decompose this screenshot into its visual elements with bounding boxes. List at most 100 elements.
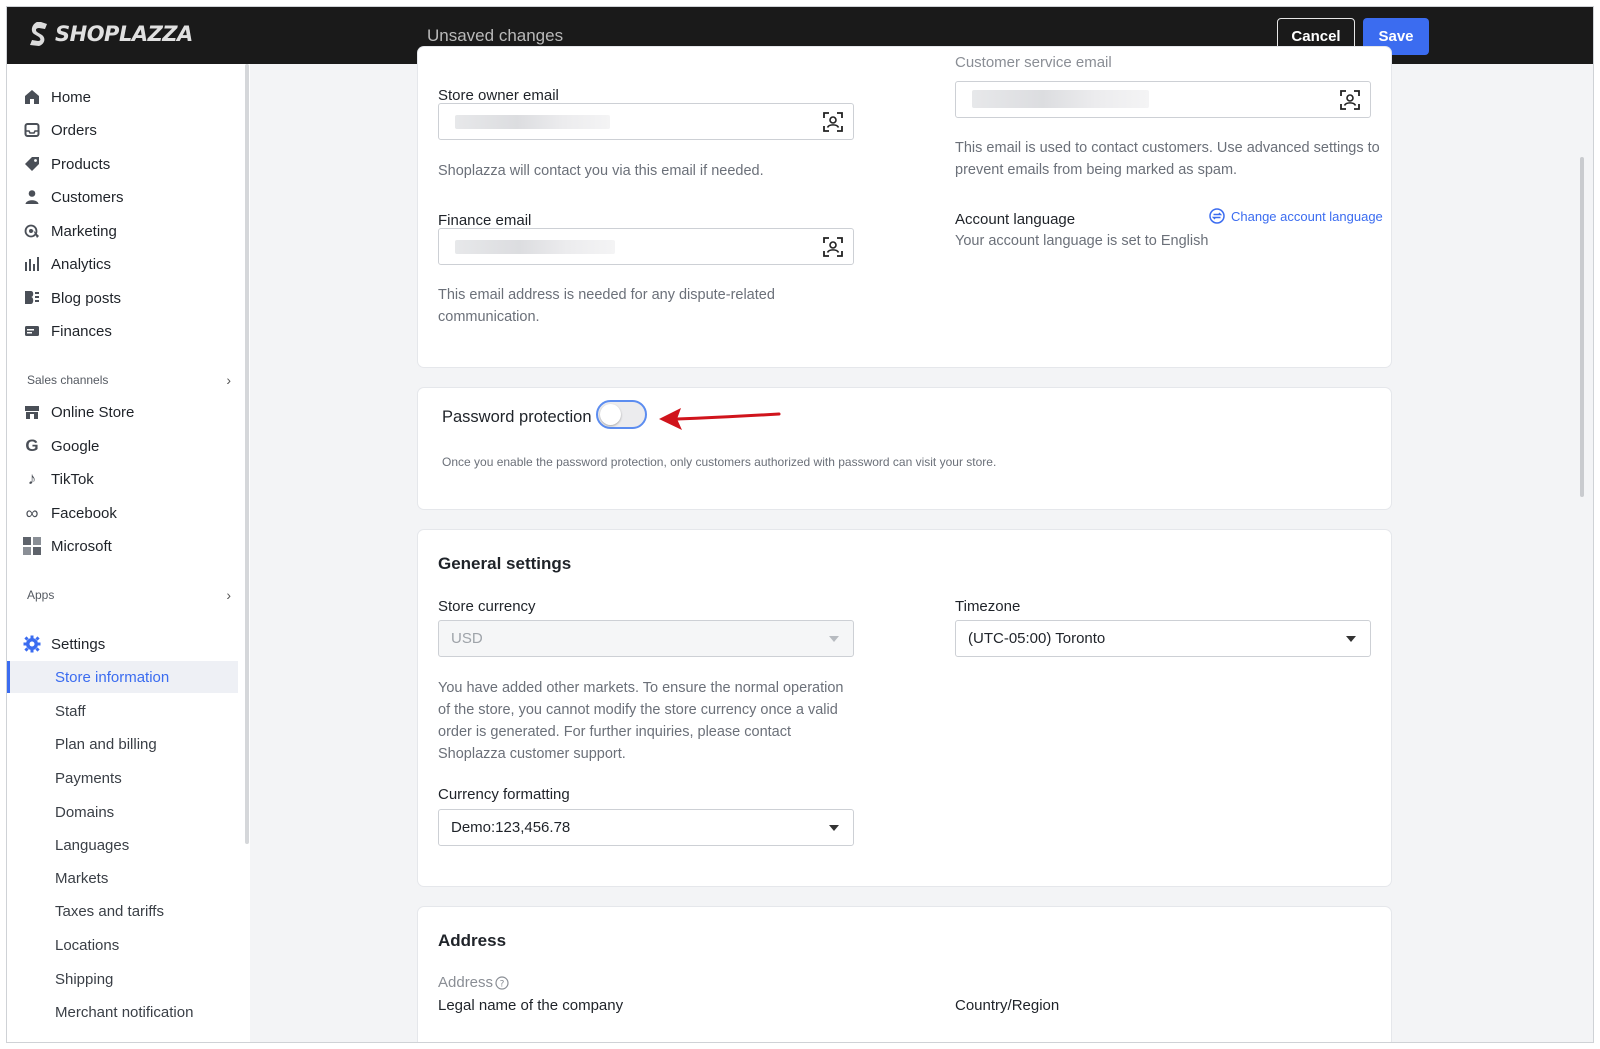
- sidebar-item-label: Orders: [51, 121, 97, 139]
- sidebar-sub-shipping[interactable]: Shipping: [55, 971, 113, 988]
- sidebar-item-home[interactable]: Home: [23, 83, 91, 111]
- account-language-help: Your account language is set to English: [955, 233, 1209, 249]
- tiktok-icon: ♪: [27, 469, 37, 488]
- sidebar-item-orders[interactable]: Orders: [23, 116, 97, 144]
- sales-channels-label: Sales channels: [27, 373, 109, 387]
- address-title: Address: [438, 931, 507, 950]
- legal-name-label: Legal name of the company: [438, 997, 624, 1014]
- sidebar-item-products[interactable]: Products: [23, 150, 110, 178]
- address-subheader: Address ?: [438, 974, 509, 991]
- store-owner-email-label: Store owner email: [438, 87, 559, 104]
- password-protection-toggle[interactable]: [596, 400, 647, 429]
- password-protection-card: Password protection Once you enable the …: [418, 388, 1391, 509]
- apps-label: Apps: [27, 588, 55, 602]
- sidebar-item-label: Customers: [51, 188, 124, 206]
- help-circle-icon[interactable]: ?: [495, 975, 509, 990]
- currency-formatting-value: Demo:123,456.78: [451, 819, 571, 836]
- microsoft-icon: [23, 537, 41, 555]
- sidebar-item-marketing[interactable]: Marketing: [23, 217, 117, 245]
- chevron-right-icon: ›: [226, 587, 231, 603]
- sidebar-sub-staff[interactable]: Staff: [55, 703, 86, 720]
- chevron-down-icon: [829, 636, 839, 642]
- sidebar-sub-markets[interactable]: Markets: [55, 870, 108, 887]
- currency-formatting-label: Currency formatting: [438, 786, 570, 803]
- sidebar-item-customers[interactable]: Customers: [23, 183, 124, 211]
- sales-channels-header[interactable]: Sales channels ›: [27, 372, 231, 388]
- page-scrollbar[interactable]: [1580, 157, 1584, 497]
- sidebar-item-facebook[interactable]: ∞ Facebook: [23, 499, 117, 527]
- gear-icon: [23, 635, 41, 653]
- address-card: Address Address ? Legal name of the comp…: [418, 907, 1391, 1042]
- timezone-select[interactable]: (UTC-05:00) Toronto: [955, 620, 1371, 657]
- sidebar-item-tiktok[interactable]: ♪ TikTok: [23, 465, 94, 493]
- translate-icon: [1209, 208, 1225, 224]
- sidebar-sub-payments[interactable]: Payments: [55, 770, 122, 787]
- general-settings-title: General settings: [438, 554, 572, 573]
- sidebar-item-label: Blog posts: [51, 289, 122, 307]
- store-currency-value: USD: [451, 630, 483, 647]
- bar-chart-icon: [23, 255, 41, 273]
- shoplazza-logo[interactable]: SHOPLAZZA: [27, 21, 193, 47]
- sidebar-sub-languages[interactable]: Languages: [55, 837, 129, 854]
- redacted-email: [455, 115, 610, 129]
- meta-icon: ∞: [25, 502, 39, 523]
- target-icon: [23, 222, 41, 240]
- brand-name: SHOPLAZZA: [55, 22, 193, 46]
- change-account-language-label: Change account language: [1231, 208, 1383, 224]
- sidebar-item-label: Facebook: [51, 504, 117, 522]
- store-icon: [23, 403, 41, 421]
- store-owner-email-help: Shoplazza will contact you via this emai…: [438, 163, 764, 179]
- currency-formatting-select[interactable]: Demo:123,456.78: [438, 809, 854, 846]
- sidebar-item-label: Google: [51, 437, 100, 455]
- sidebar-scrollbar[interactable]: [245, 64, 249, 844]
- contact-card: Customer service email Store owner email…: [418, 47, 1391, 367]
- sidebar-item-blog-posts[interactable]: Blog posts: [23, 284, 121, 312]
- tag-icon: [23, 155, 41, 173]
- sidebar-item-finances[interactable]: Finances: [23, 317, 112, 345]
- toggle-knob: [600, 404, 621, 425]
- sidebar-item-settings[interactable]: Settings: [23, 630, 105, 658]
- store-currency-select: USD: [438, 620, 854, 657]
- general-settings-card: General settings Store currency USD You …: [418, 530, 1391, 886]
- svg-text:?: ?: [500, 979, 505, 989]
- sidebar-item-analytics[interactable]: Analytics: [23, 250, 111, 278]
- password-protection-help: Once you enable the password protection,…: [442, 455, 997, 469]
- customer-service-email-input[interactable]: [955, 81, 1371, 118]
- address-label: Address: [438, 974, 494, 991]
- sidebar-sub-locations[interactable]: Locations: [55, 937, 119, 954]
- country-region-label: Country/Region: [955, 997, 1060, 1014]
- sidebar-item-label: Online Store: [51, 403, 135, 421]
- person-icon: [23, 188, 41, 206]
- blog-icon: [23, 289, 41, 307]
- wallet-icon: [23, 322, 41, 340]
- scan-face-icon[interactable]: [823, 112, 843, 132]
- password-protection-title: Password protection: [442, 408, 592, 426]
- sidebar-sub-merchant-notification[interactable]: Merchant notification: [55, 1004, 193, 1021]
- sidebar-sub-label-active[interactable]: Store information: [55, 669, 169, 686]
- app-window: SHOPLAZZA Unsaved changes Cancel Save Ho…: [6, 6, 1594, 1043]
- store-currency-help: You have added other markets. To ensure …: [438, 680, 844, 762]
- sidebar-item-online-store[interactable]: Online Store: [23, 398, 134, 426]
- timezone-label: Timezone: [955, 598, 1021, 615]
- sidebar-item-label: Products: [51, 155, 111, 173]
- sidebar-item-microsoft[interactable]: Microsoft: [23, 532, 112, 560]
- sidebar-sub-domains[interactable]: Domains: [55, 804, 114, 821]
- sidebar-item-google[interactable]: G Google: [23, 432, 99, 460]
- customer-service-email-label: Customer service email: [955, 54, 1112, 71]
- home-icon: [23, 88, 41, 106]
- chevron-right-icon: ›: [226, 372, 231, 388]
- scan-face-icon[interactable]: [823, 237, 843, 257]
- finance-email-input[interactable]: [438, 228, 854, 265]
- shoplazza-logo-icon: [30, 22, 47, 46]
- sidebar-item-label: TikTok: [51, 470, 94, 488]
- redacted-email: [972, 90, 1149, 108]
- sidebar-sub-plan-and-billing[interactable]: Plan and billing: [55, 736, 157, 753]
- timezone-value: (UTC-05:00) Toronto: [968, 630, 1106, 647]
- change-account-language-link[interactable]: Change account language: [1209, 208, 1383, 224]
- finance-email-help: This email address is needed for any dis…: [438, 287, 775, 325]
- scan-face-icon[interactable]: [1340, 90, 1360, 110]
- sidebar-sub-taxes-and-tariffs[interactable]: Taxes and tariffs: [55, 903, 164, 920]
- inbox-icon: [23, 121, 41, 139]
- apps-header[interactable]: Apps ›: [27, 587, 231, 603]
- store-owner-email-input[interactable]: [438, 103, 854, 140]
